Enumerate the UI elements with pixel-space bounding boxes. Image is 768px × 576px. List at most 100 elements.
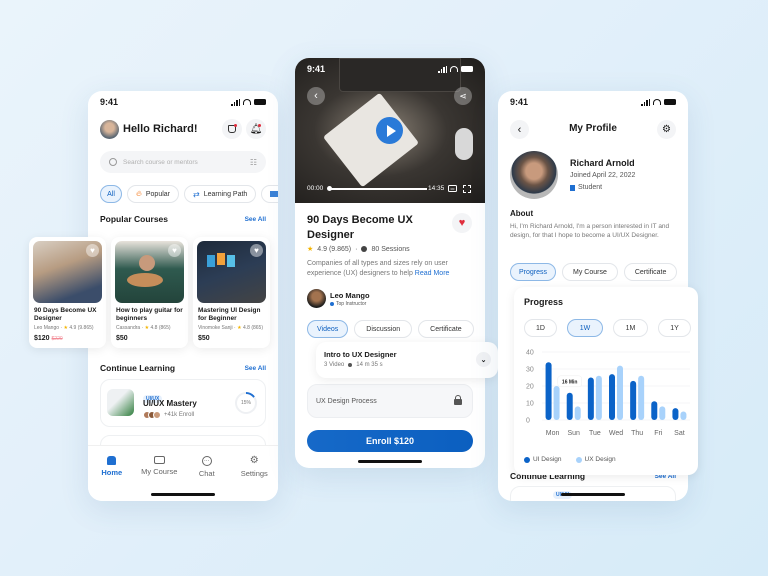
battery-icon [254,99,266,105]
wifi-icon [243,99,251,105]
status-time: 9:41 [307,64,326,74]
bar-ux-design [659,406,666,420]
notebook-image [322,92,420,188]
section-title: UX Design Process [316,398,377,405]
popular-see-all[interactable]: See All [245,216,266,223]
course-title: Mastering UI Design for Beginner [198,307,261,323]
path-icon: ⇄ [193,189,200,199]
category-chips: All 🔥︎Popular ⇄Learning Path Comp [100,185,278,203]
tab-certificate[interactable]: Certificate [418,320,474,338]
favorite-button[interactable]: ♥ [452,213,472,233]
avatar[interactable] [100,120,119,139]
play-icon [386,124,396,137]
course-title: 90 Days Become UX Designer [307,214,413,242]
course-card[interactable]: ♥ 90 Days Become UX Designer Leo Mango ·… [29,237,106,348]
back-button[interactable]: ‹ [307,87,325,105]
favorite-heart-icon[interactable]: ♥ [86,244,99,257]
tab-progress[interactable]: Progress [510,263,557,281]
y-tick-label: 40 [526,350,534,357]
tab-discussion[interactable]: Discussion [354,320,413,338]
bar-ui-design [587,377,594,420]
book-icon [570,184,575,191]
y-tick-label: 20 [526,384,534,391]
nav-settings[interactable]: ⚙︎ Settings [232,456,276,501]
signal-icon [231,98,240,106]
progress-ring: 15% [235,392,257,414]
chart-legend: UI Design UX Design [524,456,616,463]
x-tick-label: Wed [609,430,623,437]
star-icon: ★ [63,325,68,331]
profile-avatar[interactable] [510,151,558,199]
fullscreen-icon[interactable] [463,185,471,193]
signal-icon [641,98,650,106]
y-tick-label: 10 [526,401,534,408]
course-stats: ★ 4.9 (9.865) · 80 Sessions [307,245,410,254]
x-tick-label: Mon [546,430,560,437]
heart-icon: ♥ [458,217,466,229]
range-1d[interactable]: 1D [524,319,557,337]
chip-computer[interactable]: Comp [261,185,278,203]
status-time: 9:41 [100,97,119,107]
notification-button[interactable]: 🔔︎ [246,119,266,139]
instructor-avatar[interactable] [307,289,326,308]
nav-home[interactable]: Home [90,456,134,501]
signal-icon [438,65,447,73]
chip-all[interactable]: All [100,185,122,203]
search-placeholder: Search course or mentors [123,158,198,166]
video-scrubber[interactable] [327,186,427,191]
course-meta: Vinomoke Sanji · ★ 4.8 (865) [198,325,263,331]
x-tick-label: Sun [567,430,580,437]
course-card[interactable]: ♥ Mastering UI Design for Beginner Vinom… [193,237,270,348]
chevron-left-icon: ‹ [314,90,318,102]
x-tick-label: Sat [674,430,685,437]
battery-icon [664,99,676,105]
bar-ui-design [609,374,615,420]
tab-certificate[interactable]: Certificate [623,263,678,281]
favorite-heart-icon[interactable]: ♥ [168,244,181,257]
profile-name: Richard Arnold [570,158,635,168]
filter-icon[interactable]: ☷ [250,158,257,167]
status-bar: 9:41 [498,91,688,113]
enrolled-avatars [143,411,161,419]
share-button[interactable]: ⋖ [454,87,472,105]
range-1m[interactable]: 1M [613,319,648,337]
play-button[interactable] [376,117,403,144]
course-card[interactable]: ♥ How to play guitar for beginners Cassa… [111,237,188,348]
bar-ux-design [574,406,581,420]
share-icon: ⋖ [459,90,467,101]
continue-learning-title: Continue Learning [100,363,176,373]
course-thumbnail [107,389,134,416]
tooltip-text: 16 Min [562,379,578,385]
x-tick-label: Fri [654,430,663,437]
favorite-heart-icon[interactable]: ♥ [250,244,263,257]
course-description: Companies of all types and sizes rely on… [307,260,450,278]
captions-icon[interactable]: cc [448,185,457,192]
x-tick-label: Tue [589,430,601,437]
course-price: $120 $220 [34,335,63,342]
range-1w[interactable]: 1W [567,319,603,337]
battery-icon [461,66,473,72]
section-ux-design-process[interactable]: UX Design Process [307,384,473,418]
range-1y[interactable]: 1Y [658,319,691,337]
continue-see-all[interactable]: See All [245,365,266,372]
bar-ux-design [638,375,645,420]
tab-videos[interactable]: Videos [307,320,349,338]
course-detail-screen: 9:41 ‹ ⋖ 00:00 14:35 cc 90 Days Become U… [295,58,485,468]
cart-button[interactable] [222,119,242,139]
read-more-link[interactable]: Read More [415,270,450,277]
about-title: About [510,209,534,218]
section-intro-to-ux[interactable]: Intro to UX Designer 3 Video 14 m 35 s ⌄ [316,342,498,378]
profile-tabs: Progress My Course Certificate [510,263,678,281]
search-input[interactable]: Search course or mentors ☷ [100,151,266,173]
wifi-icon [450,66,458,72]
tab-my-course[interactable]: My Course [562,263,618,281]
chip-popular[interactable]: 🔥︎ Popular [127,185,180,203]
legend-swatch [575,456,582,463]
chip-learning-path[interactable]: ⇄ Learning Path [184,185,257,203]
expand-button[interactable]: ⌄ [476,352,491,367]
settings-button[interactable]: ⚙︎ [657,120,676,139]
video-current-time: 00:00 [307,185,324,192]
continue-course-card[interactable]: UI/UX UI/UX Mastery +41k Enroll 15% [100,379,266,427]
fire-icon: 🔥︎ [136,189,142,198]
enroll-button[interactable]: Enroll $120 [307,430,473,452]
